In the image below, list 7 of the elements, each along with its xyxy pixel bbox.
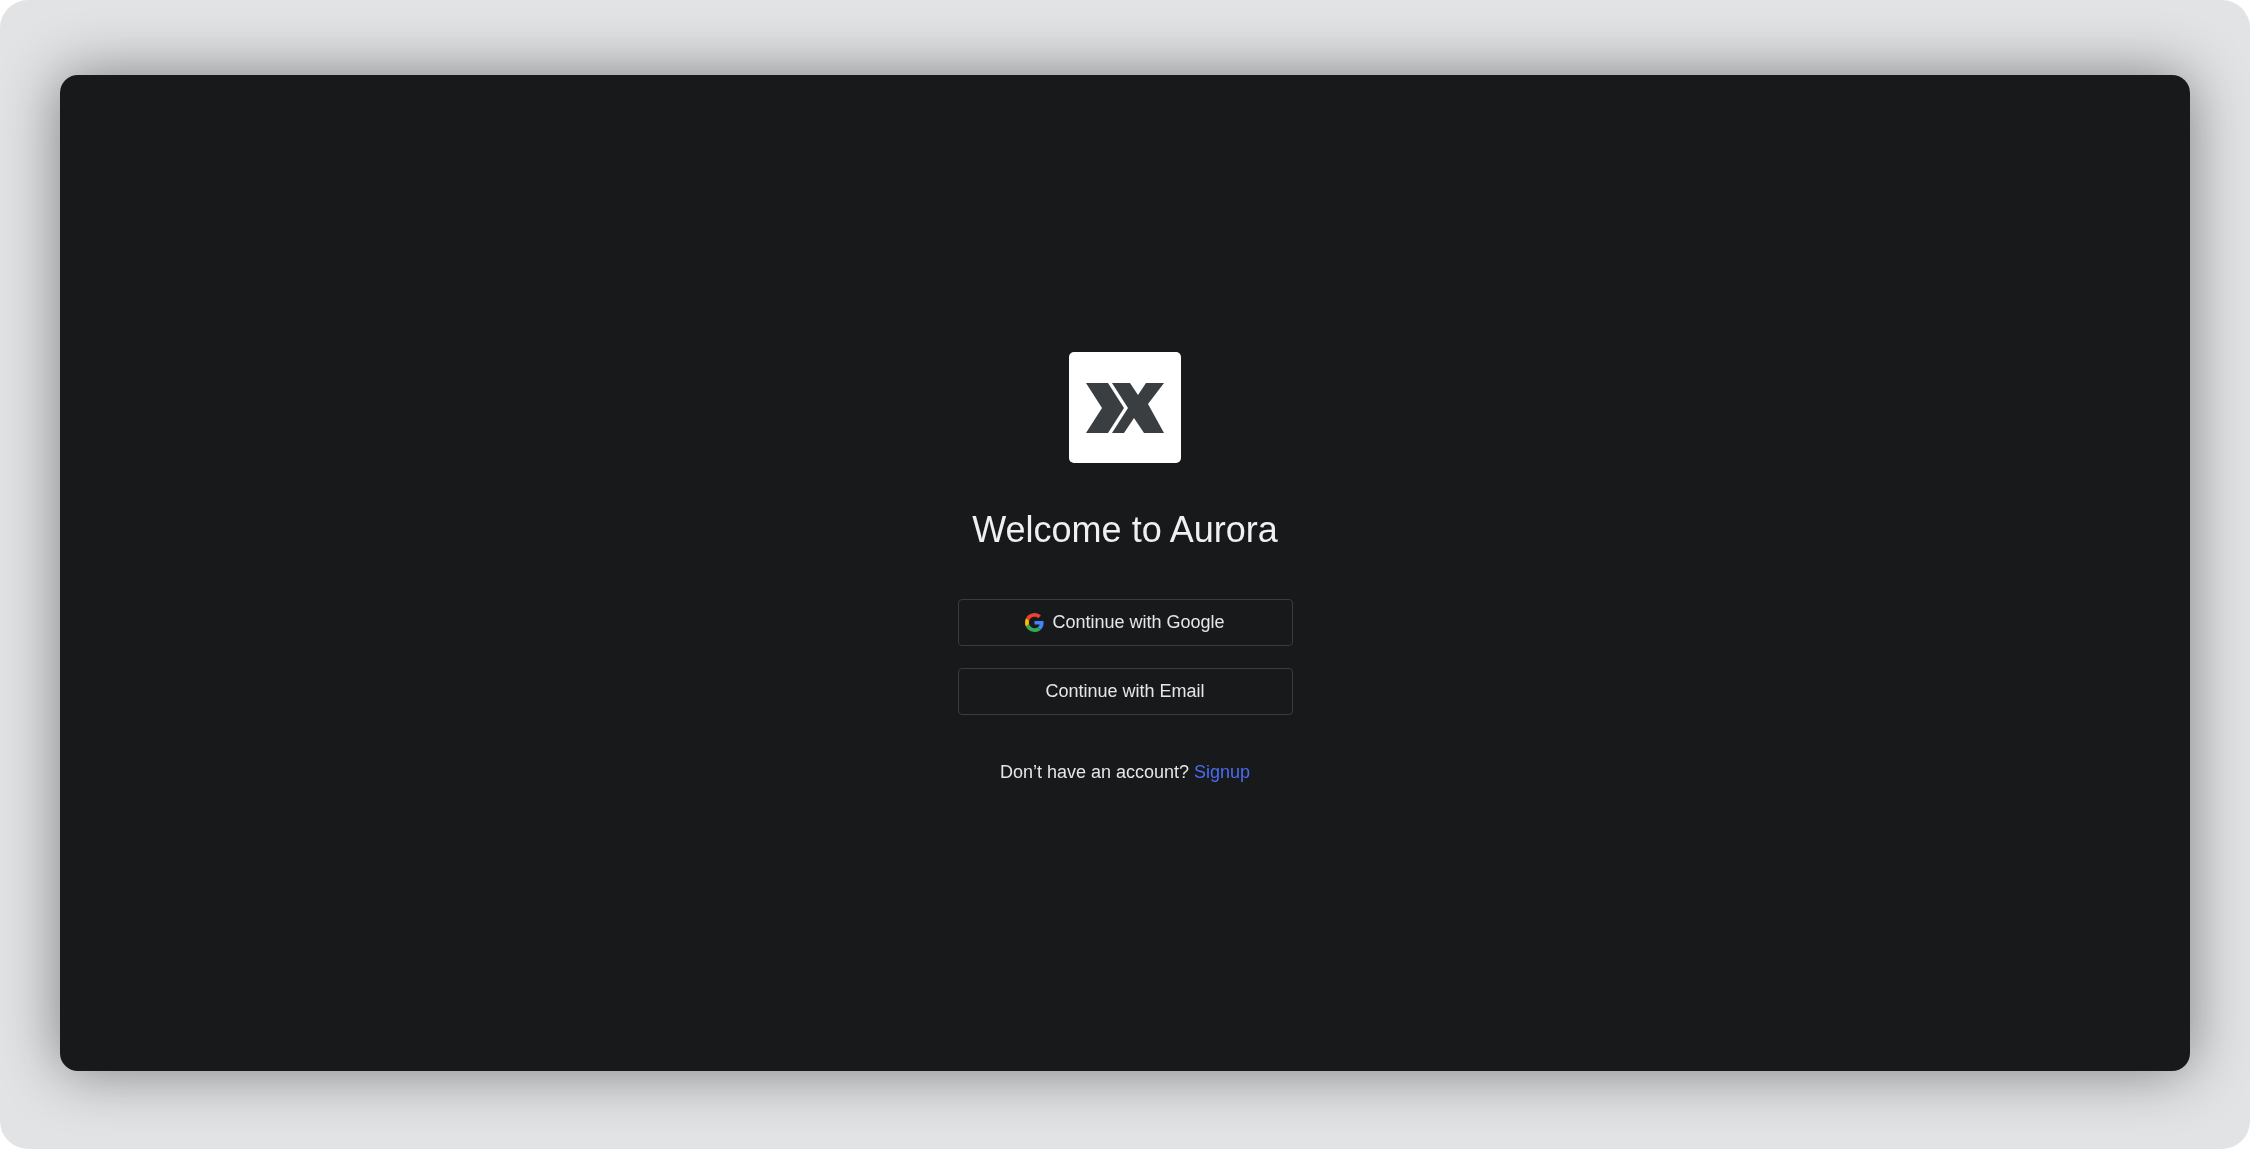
email-signin-button[interactable]: Continue with Email (957, 668, 1293, 715)
welcome-title: Welcome to Aurora (972, 508, 1278, 552)
google-signin-button[interactable]: Continue with Google (957, 599, 1293, 646)
google-icon (1025, 613, 1045, 632)
logo-icon (1086, 381, 1164, 434)
signup-prompt: Don’t have an account? Signup (999, 761, 1251, 784)
signup-link[interactable]: Signup (1194, 762, 1251, 782)
